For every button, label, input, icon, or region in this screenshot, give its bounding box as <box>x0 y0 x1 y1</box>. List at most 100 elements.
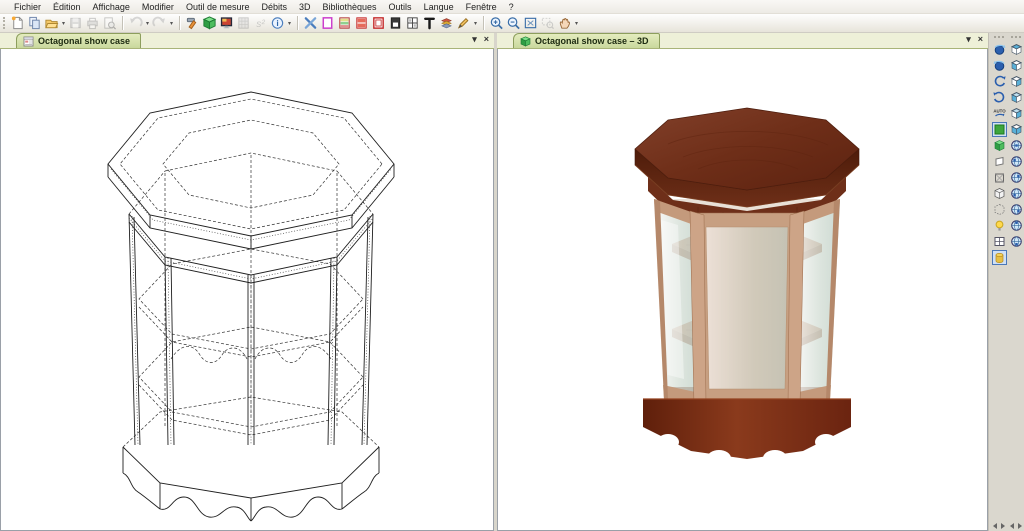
workspace: Octagonal show case ▾ × Octagonal show c… <box>0 33 1024 531</box>
tab-octagonal-show-case-3d[interactable]: Octagonal show case – 3D <box>513 33 660 48</box>
open-folder-icon[interactable] <box>43 15 60 32</box>
properties-hammer-icon[interactable] <box>184 15 201 32</box>
cube-3d-icon[interactable] <box>201 15 218 32</box>
zoom-out-icon[interactable] <box>505 15 522 32</box>
orbit-left-icon[interactable] <box>992 42 1007 57</box>
undo-caret-icon[interactable]: ▾ <box>144 20 151 27</box>
tab-close-button-right[interactable]: × <box>978 35 983 44</box>
face-back-icon[interactable] <box>1009 106 1024 121</box>
window-grid-icon[interactable] <box>404 15 421 32</box>
render-monitor-icon[interactable] <box>218 15 235 32</box>
orbit-right-icon[interactable] <box>992 58 1007 73</box>
view-ghost-icon[interactable] <box>992 202 1007 217</box>
tab-label: Octagonal show case <box>38 36 131 46</box>
print-preview-icon[interactable] <box>101 15 118 32</box>
view-3d-icon[interactable] <box>992 138 1007 153</box>
zoom-window-icon[interactable] <box>539 15 556 32</box>
scroll-right-icon[interactable] <box>1018 523 1024 529</box>
tool-t-icon[interactable] <box>421 15 438 32</box>
face-bottom-icon[interactable] <box>1009 122 1024 137</box>
zoom-fit-icon[interactable] <box>522 15 539 32</box>
undo-icon[interactable] <box>127 15 144 32</box>
scroll-left-icon[interactable] <box>990 523 997 529</box>
info-caret-icon[interactable]: ▾ <box>286 20 293 27</box>
rotate-ccw-icon[interactable] <box>992 90 1007 105</box>
lighting-icon[interactable] <box>992 218 1007 233</box>
cutting-list-icon[interactable] <box>235 15 252 32</box>
view-flat-icon[interactable] <box>991 122 1007 137</box>
sidebar-grip <box>1011 36 1021 40</box>
render-3d-canvas[interactable] <box>497 49 988 531</box>
face-top-icon[interactable] <box>1009 42 1024 57</box>
view-wireframe-icon[interactable] <box>992 170 1007 185</box>
panel-red-icon[interactable] <box>353 15 370 32</box>
iso-view-2-icon[interactable] <box>1009 154 1024 169</box>
zoom-in-icon[interactable] <box>488 15 505 32</box>
window-red-icon[interactable] <box>370 15 387 32</box>
panel-wireframe: Octagonal show case ▾ × <box>0 33 494 531</box>
menu-fenetre[interactable]: Fenêtre <box>460 1 503 13</box>
redo-caret-icon[interactable]: ▾ <box>168 20 175 27</box>
window-dark-icon[interactable] <box>387 15 404 32</box>
materials-icon[interactable] <box>991 250 1007 265</box>
tab-octagonal-show-case[interactable]: Octagonal show case <box>16 33 142 48</box>
menu-langue[interactable]: Langue <box>418 1 460 13</box>
scroll-left-icon[interactable] <box>1007 523 1014 529</box>
pan-hand-icon[interactable] <box>556 15 573 32</box>
menu-affichage[interactable]: Affichage <box>87 1 136 13</box>
view-solid-icon[interactable] <box>992 186 1007 201</box>
menu-help[interactable]: ? <box>503 1 520 13</box>
tools-cross-icon[interactable] <box>302 15 319 32</box>
toolbar-grip <box>3 17 6 29</box>
auto-rotate-icon[interactable]: AUTO <box>992 106 1007 121</box>
surface-area-icon[interactable]: s² <box>252 15 269 32</box>
wireframe-canvas[interactable] <box>0 49 494 531</box>
sidebar-grip <box>994 36 1004 40</box>
multi-view-icon[interactable] <box>992 234 1007 249</box>
menu-bibliotheques[interactable]: Bibliothèques <box>317 1 383 13</box>
iso-view-6-icon[interactable] <box>1009 218 1024 233</box>
open-caret-icon[interactable]: ▾ <box>60 20 67 27</box>
toolbar-separator <box>179 16 180 30</box>
rotate-cw-icon[interactable] <box>992 74 1007 89</box>
print-icon[interactable] <box>84 15 101 32</box>
svg-text:i: i <box>276 18 278 28</box>
pencil-caret-icon[interactable]: ▾ <box>472 20 479 27</box>
iso-view-7-icon[interactable] <box>1009 234 1024 249</box>
tabstrip-right: Octagonal show case – 3D ▾ × <box>497 33 988 49</box>
frame-outline-icon[interactable] <box>319 15 336 32</box>
pencil-icon[interactable] <box>455 15 472 32</box>
info-icon[interactable]: i <box>269 15 286 32</box>
face-left-icon[interactable] <box>1009 90 1024 105</box>
menu-edition[interactable]: Édition <box>47 1 87 13</box>
copy-project-icon[interactable] <box>26 15 43 32</box>
menu-fichier[interactable]: Fichier <box>8 1 47 13</box>
tab-menu-button-right[interactable]: ▾ <box>966 35 971 44</box>
iso-view-4-icon[interactable] <box>1009 186 1024 201</box>
menu-outil-de-mesure[interactable]: Outil de mesure <box>180 1 256 13</box>
redo-icon[interactable] <box>151 15 168 32</box>
menu-outils[interactable]: Outils <box>383 1 418 13</box>
iso-view-5-icon[interactable] <box>1009 202 1024 217</box>
menu-debits[interactable]: Débits <box>255 1 293 13</box>
iso-view-1-icon[interactable] <box>1009 138 1024 153</box>
face-right-icon[interactable] <box>1009 74 1024 89</box>
menu-modifier[interactable]: Modifier <box>136 1 180 13</box>
tab-menu-button-left[interactable]: ▾ <box>472 35 477 44</box>
face-front-icon[interactable] <box>1009 58 1024 73</box>
render-3d-drawing <box>634 107 860 466</box>
panel-multicolor-icon[interactable] <box>336 15 353 32</box>
iso-view-3-icon[interactable] <box>1009 170 1024 185</box>
toolbar: ▾ ▾ ▾ s² i ▾ ▾ ▾ <box>0 14 1024 33</box>
tab-close-button-left[interactable]: × <box>484 35 489 44</box>
layers-icon[interactable] <box>438 15 455 32</box>
pan-caret-icon[interactable]: ▾ <box>573 20 580 27</box>
view-board-icon[interactable] <box>992 154 1007 169</box>
wireframe-drawing <box>107 91 395 522</box>
new-file-icon[interactable] <box>9 15 26 32</box>
menu-3d[interactable]: 3D <box>293 1 317 13</box>
svg-text:AUTO: AUTO <box>993 109 1006 114</box>
view-sidebar: AUTO <box>988 33 1024 531</box>
sidebar-pager <box>990 520 1008 531</box>
save-icon[interactable] <box>67 15 84 32</box>
